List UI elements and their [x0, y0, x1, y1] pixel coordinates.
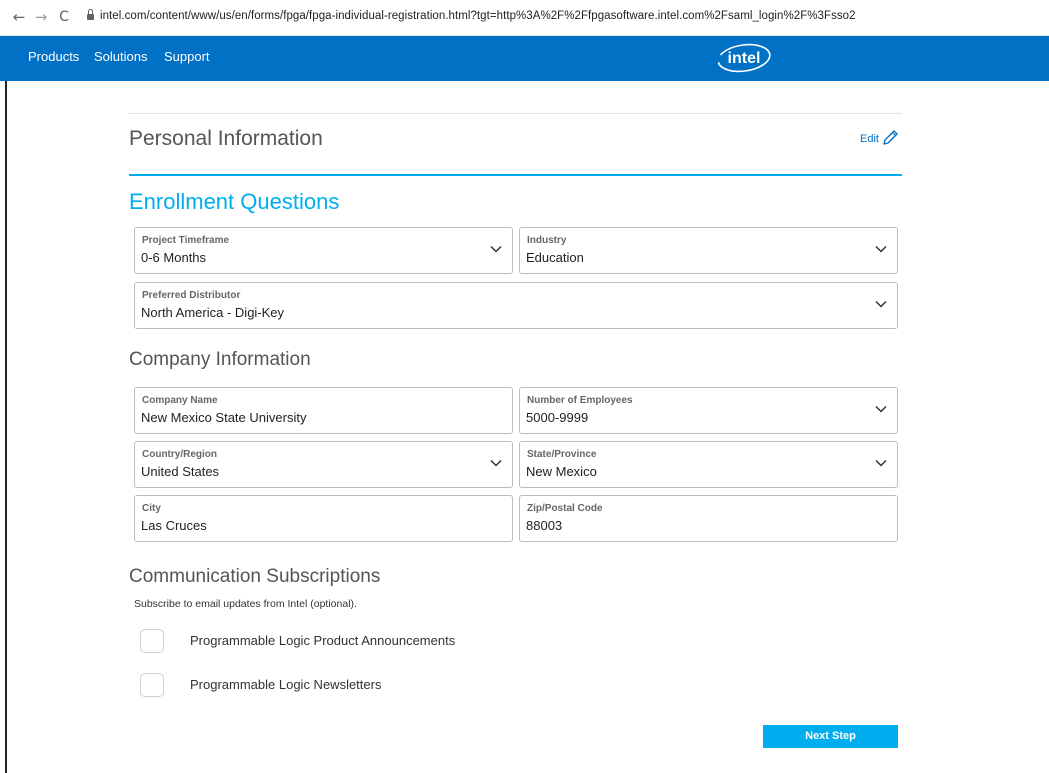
nav-support-link[interactable]: Support — [164, 49, 210, 64]
zip-postal-code-label: Zip/Postal Code — [527, 503, 603, 514]
project-timeframe-label: Project Timeframe — [142, 235, 230, 246]
number-of-employees-value: 5000-9999 — [526, 410, 589, 425]
project-timeframe-select[interactable]: Project Timeframe 0-6 Months — [134, 227, 513, 274]
page-frame-edge — [0, 81, 7, 773]
edit-link[interactable]: Edit — [860, 133, 879, 145]
industry-value: Education — [526, 250, 584, 265]
chevron-down-icon — [875, 300, 887, 308]
enrollment-questions-heading: Enrollment Questions — [129, 189, 340, 214]
industry-select[interactable]: Industry Education — [519, 227, 898, 274]
company-name-value: New Mexico State University — [141, 410, 307, 425]
newsletters-checkbox[interactable] — [140, 673, 164, 697]
divider — [129, 113, 902, 114]
section-divider — [129, 174, 902, 176]
preferred-distributor-label: Preferred Distributor — [142, 290, 241, 301]
browser-toolbar: ← → C intel.com/content/www/us/en/forms/… — [0, 0, 1049, 36]
company-name-label: Company Name — [142, 395, 218, 406]
reload-icon[interactable]: C — [56, 9, 72, 25]
preferred-distributor-select[interactable]: Preferred Distributor North America - Di… — [134, 282, 898, 329]
next-step-button[interactable]: Next Step — [763, 725, 898, 748]
country-region-select[interactable]: Country/Region United States — [134, 441, 513, 488]
city-input[interactable]: City Las Cruces — [134, 495, 513, 542]
intel-logo-text: intel — [728, 50, 761, 67]
pencil-icon[interactable] — [880, 128, 900, 148]
city-label: City — [142, 503, 161, 514]
product-announcements-checkbox[interactable] — [140, 629, 164, 653]
product-announcements-label[interactable]: Programmable Logic Product Announcements — [190, 633, 455, 648]
project-timeframe-value: 0-6 Months — [141, 250, 207, 265]
intel-logo[interactable]: intel — [715, 42, 773, 74]
address-bar-url[interactable]: intel.com/content/www/us/en/forms/fpga/f… — [100, 10, 856, 22]
preferred-distributor-value: North America - Digi-Key — [141, 305, 285, 320]
forward-arrow-icon[interactable]: → — [33, 9, 49, 25]
company-information-heading: Company Information — [129, 349, 311, 370]
personal-information-heading: Personal Information — [129, 127, 323, 150]
nav-products-link[interactable]: Products — [28, 49, 79, 64]
number-of-employees-label: Number of Employees — [527, 395, 633, 406]
country-region-value: United States — [141, 464, 220, 479]
newsletters-label[interactable]: Programmable Logic Newsletters — [190, 677, 381, 692]
nav-solutions-link[interactable]: Solutions — [94, 49, 147, 64]
chevron-down-icon — [490, 459, 502, 467]
chevron-down-icon — [875, 405, 887, 413]
state-province-value: New Mexico — [526, 464, 597, 479]
country-region-label: Country/Region — [142, 449, 217, 460]
chevron-down-icon — [875, 459, 887, 467]
industry-label: Industry — [527, 235, 567, 246]
communication-subscriptions-heading: Communication Subscriptions — [129, 566, 381, 587]
zip-postal-code-input[interactable]: Zip/Postal Code 88003 — [519, 495, 898, 542]
site-header: Products Solutions Support intel — [0, 36, 1049, 81]
subscribe-description: Subscribe to email updates from Intel (o… — [134, 598, 357, 610]
number-of-employees-select[interactable]: Number of Employees 5000-9999 — [519, 387, 898, 434]
zip-postal-code-value: 88003 — [526, 518, 563, 533]
state-province-label: State/Province — [527, 449, 597, 460]
city-value: Las Cruces — [141, 518, 207, 533]
back-arrow-icon[interactable]: ← — [11, 9, 27, 25]
company-name-input[interactable]: Company Name New Mexico State University — [134, 387, 513, 434]
lock-icon — [87, 9, 94, 21]
state-province-select[interactable]: State/Province New Mexico — [519, 441, 898, 488]
chevron-down-icon — [875, 245, 887, 253]
chevron-down-icon — [490, 245, 502, 253]
